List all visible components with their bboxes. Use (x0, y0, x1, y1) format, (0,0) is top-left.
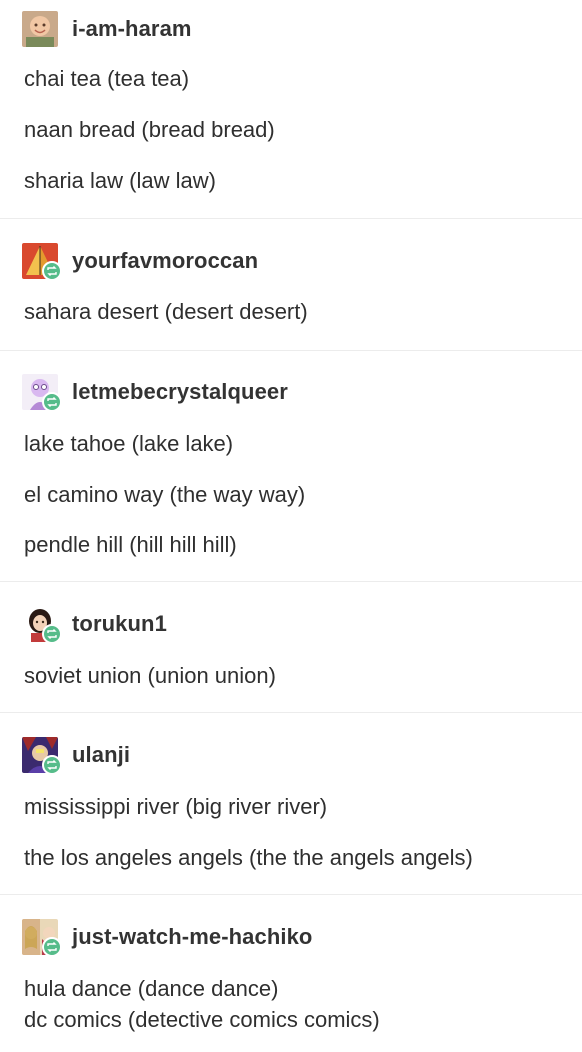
post-text-line: sharia law (law law) (24, 168, 216, 193)
avatar[interactable] (22, 606, 62, 644)
post-text-line: soviet union (union union) (24, 663, 276, 688)
post-header: i-am-haram (22, 11, 192, 47)
avatar[interactable] (22, 11, 58, 47)
post-text-line: sahara desert (desert desert) (24, 299, 308, 324)
avatar[interactable] (22, 919, 62, 957)
post-text-line: el camino way (the way way) (24, 482, 306, 507)
username[interactable]: just-watch-me-hachiko (72, 924, 312, 950)
reblog-icon (42, 755, 62, 775)
post-header: ulanji (22, 737, 130, 775)
post-text-line: pendle hill (hill hill hill) (24, 532, 237, 557)
post-header: torukun1 (22, 606, 167, 644)
reblog-icon (42, 392, 62, 412)
post-divider (0, 350, 582, 351)
avatar[interactable] (22, 243, 62, 281)
post-text-line: mississippi river (big river river) (24, 794, 328, 819)
post-text-line: naan bread (bread bread) (24, 117, 275, 142)
post-header: letmebecrystalqueer (22, 374, 288, 412)
username[interactable]: yourfavmoroccan (72, 248, 258, 274)
baby-photo-icon (22, 11, 58, 47)
post-text-line: hula dance (dance dance) (24, 976, 279, 1001)
post-text-line: the los angeles angels (the the angels a… (24, 845, 473, 870)
reblog-icon (42, 937, 62, 957)
post-text-line: dc comics (detective comics comics) (24, 1007, 380, 1032)
username[interactable]: i-am-haram (72, 16, 192, 42)
username[interactable]: ulanji (72, 742, 130, 768)
post-text-line: lake tahoe (lake lake) (24, 431, 234, 456)
username[interactable]: letmebecrystalqueer (72, 379, 288, 405)
avatar[interactable] (22, 374, 62, 412)
reblog-icon (42, 261, 62, 281)
reblog-icon (42, 624, 62, 644)
post-text-line: chai tea (tea tea) (24, 66, 190, 91)
username[interactable]: torukun1 (72, 611, 167, 637)
post-header: just-watch-me-hachiko (22, 919, 312, 957)
post-header: yourfavmoroccan (22, 243, 258, 281)
post-divider (0, 581, 582, 582)
post-divider (0, 712, 582, 713)
post-divider (0, 894, 582, 895)
avatar[interactable] (22, 737, 62, 775)
post-divider (0, 218, 582, 219)
